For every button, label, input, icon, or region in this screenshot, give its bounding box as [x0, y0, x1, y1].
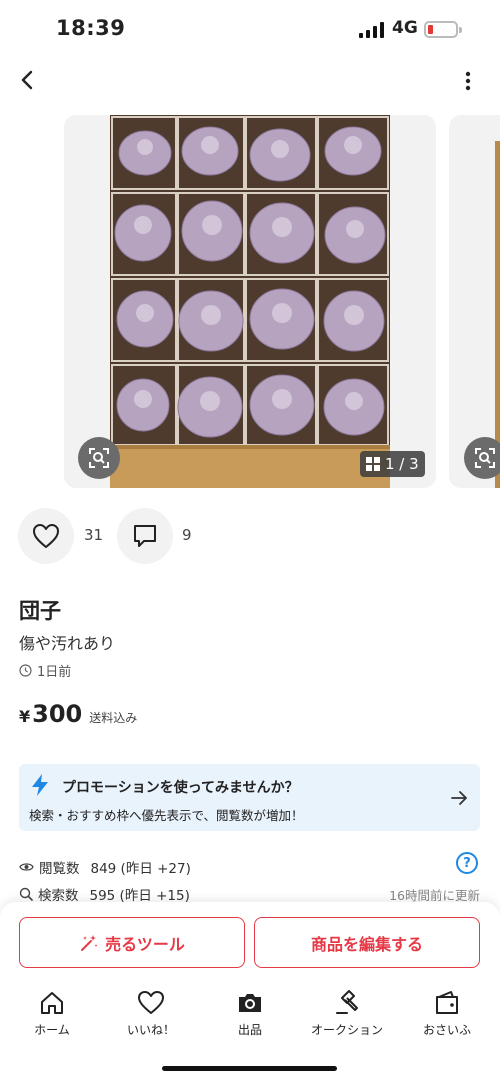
- tab-sell-label: 出品: [237, 1023, 262, 1037]
- like-button[interactable]: [18, 508, 74, 564]
- network-type: 4G: [392, 18, 418, 38]
- clock-icon: [19, 664, 32, 677]
- tab-likes-label: いいね！: [126, 1023, 175, 1037]
- lightning-icon: [32, 774, 48, 796]
- promotion-description: 検索・おすすめ枠へ優先表示で、閲覧数が増加！: [29, 808, 304, 823]
- magic-wand-icon: [81, 934, 98, 951]
- bottom-action-sheet: 売るツール 商品を編集する ホーム いいね！ 出品 オークション おさいふ: [0, 902, 500, 1080]
- promotion-title: プロモーションを使ってみませんか？: [62, 780, 299, 796]
- search-label: 検索数: [38, 888, 79, 904]
- price-amount: 300: [32, 700, 83, 728]
- search-icon: [19, 887, 33, 901]
- tab-bar: ホーム いいね！ 出品 オークション おさいふ: [0, 986, 500, 1046]
- image-search-button[interactable]: [78, 437, 120, 479]
- grid-icon: [366, 457, 380, 471]
- comment-icon: [134, 525, 156, 547]
- price-currency: ¥: [19, 707, 31, 726]
- views-value: 849 (昨日 +27): [90, 861, 191, 877]
- gavel-icon: [336, 990, 358, 1014]
- succulents-image: [110, 115, 390, 488]
- search-value: 595 (昨日 +15): [89, 888, 190, 904]
- sell-tools-button[interactable]: 売るツール: [19, 917, 245, 968]
- more-menu-button[interactable]: [456, 66, 480, 96]
- image-counter: 1 / 3: [360, 451, 425, 477]
- search-stat: 検索数 595 (昨日 +15): [19, 884, 190, 904]
- item-title: 団子: [19, 599, 61, 623]
- tab-wallet[interactable]: おさいふ: [402, 986, 492, 1046]
- posted-time: 1日前: [19, 661, 71, 680]
- heart-icon: [138, 991, 164, 1014]
- home-icon: [41, 992, 63, 1014]
- promotion-banner[interactable]: プロモーションを使ってみませんか？ 検索・おすすめ枠へ優先表示で、閲覧数が増加！: [19, 764, 480, 831]
- status-bar: 18:39 4G: [0, 0, 500, 60]
- wallet-icon: [436, 991, 458, 1014]
- gallery-slide-current[interactable]: 1 / 3: [64, 115, 436, 488]
- edit-item-button[interactable]: 商品を編集する: [254, 917, 480, 968]
- scan-search-icon: [475, 448, 495, 468]
- heart-icon: [33, 524, 59, 548]
- comment-count: 9: [182, 526, 192, 544]
- tab-auction[interactable]: オークション: [302, 986, 392, 1046]
- camera-icon: [239, 994, 261, 1012]
- tab-home[interactable]: ホーム: [7, 986, 97, 1046]
- signal-icon: [359, 22, 385, 38]
- sell-tools-label: 売るツール: [105, 934, 185, 954]
- battery-icon: [424, 21, 462, 38]
- back-button[interactable]: [14, 66, 44, 96]
- arrow-right-icon: [451, 791, 467, 805]
- like-count: 31: [84, 526, 104, 544]
- gallery-slide-next[interactable]: [449, 115, 500, 488]
- shipping-note: 送料込み: [89, 711, 138, 725]
- scan-search-icon: [89, 448, 109, 468]
- image-counter-text: 1 / 3: [385, 455, 419, 473]
- image-gallery[interactable]: 1 / 3: [0, 115, 500, 490]
- edit-item-label: 商品を編集する: [310, 934, 423, 954]
- tab-auction-label: オークション: [310, 1023, 383, 1037]
- views-label: 閲覧数: [39, 861, 80, 877]
- tab-home-label: ホーム: [34, 1023, 70, 1037]
- eye-icon: [19, 863, 34, 871]
- tab-likes[interactable]: いいね！: [106, 986, 196, 1046]
- image-search-button-next[interactable]: [464, 437, 500, 479]
- posted-time-text: 1日前: [37, 665, 72, 680]
- tab-sell[interactable]: 出品: [205, 986, 295, 1046]
- comment-button[interactable]: [117, 508, 173, 564]
- item-condition: 傷や汚れあり: [19, 634, 116, 653]
- chevron-left-icon: [21, 70, 33, 90]
- item-price: ¥ 300 送料込み: [19, 700, 137, 728]
- status-time: 18:39: [56, 16, 126, 40]
- product-photo[interactable]: [110, 115, 390, 488]
- tab-wallet-label: おさいふ: [422, 1023, 471, 1037]
- more-vertical-icon: [465, 71, 471, 91]
- views-stat: 閲覧数 849 (昨日 +27): [19, 857, 191, 877]
- help-button[interactable]: ?: [456, 852, 478, 874]
- home-indicator: [162, 1066, 337, 1071]
